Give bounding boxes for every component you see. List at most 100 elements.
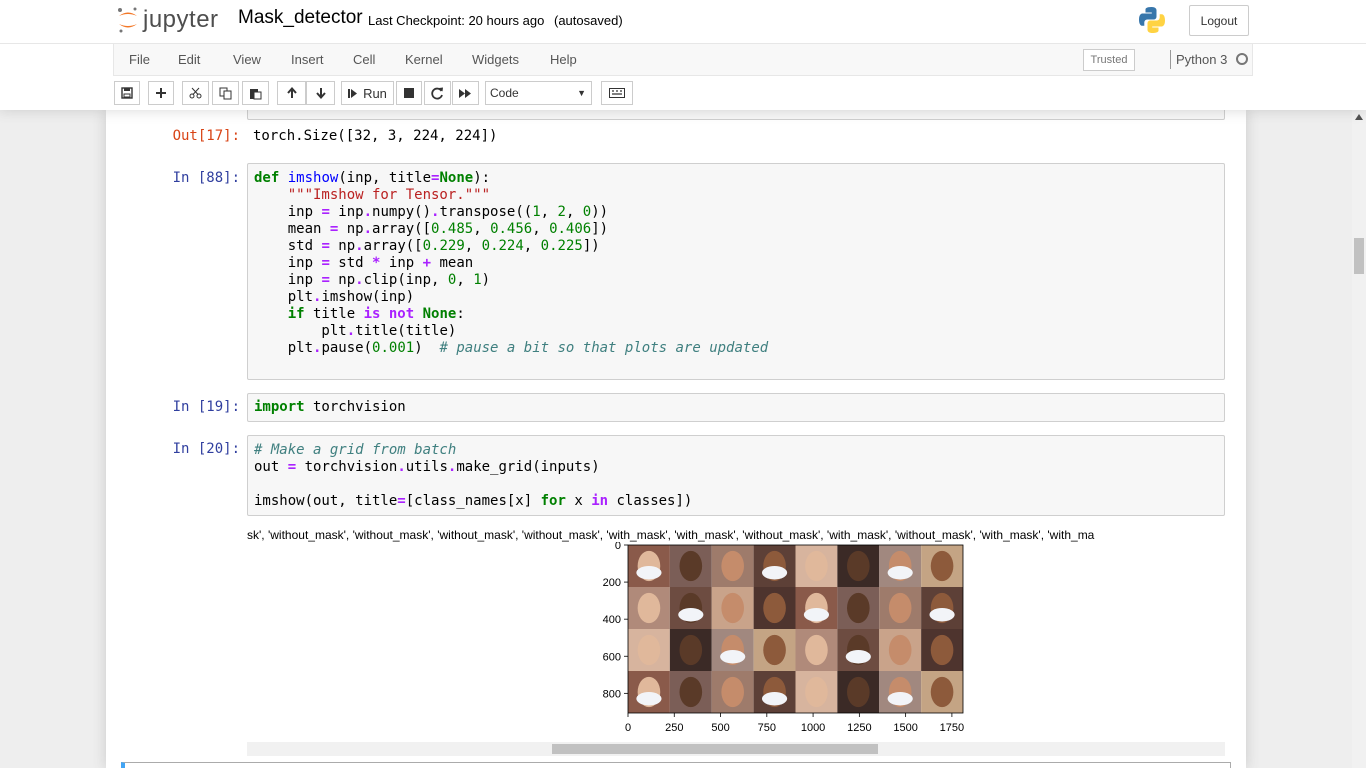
face-shape (679, 634, 703, 666)
mask-shape (636, 692, 662, 706)
run-label: Run (363, 85, 387, 101)
face-shape (637, 592, 661, 624)
face-shape (721, 550, 744, 582)
menu-widgets[interactable]: Widgets (472, 52, 519, 67)
insert-cell-button[interactable] (148, 81, 174, 105)
menu-file[interactable]: File (129, 52, 150, 67)
autosave-status: (autosaved) (554, 13, 623, 28)
face-shape (888, 634, 912, 666)
menu-view[interactable]: View (233, 52, 261, 67)
code-line: plt.pause(0.001) # pause a bit so that p… (254, 340, 769, 356)
mask-shape (762, 566, 788, 580)
checkpoint-status: Last Checkpoint: 20 hours ago (368, 13, 545, 28)
code-cell-17-input[interactable] (247, 110, 1225, 120)
scrollbar-thumb[interactable] (1354, 238, 1364, 274)
interrupt-button[interactable] (396, 81, 422, 105)
notebook-area: Out[17]: torch.Size([32, 3, 224, 224]) I… (0, 110, 1352, 768)
kernel-divider (1170, 50, 1171, 69)
keyboard-icon (609, 88, 625, 98)
jupyter-logo[interactable]: jupyter (117, 4, 219, 36)
fast-forward-icon (459, 88, 471, 98)
code-cell-20-input[interactable]: # Make a grid from batch out = torchvisi… (247, 435, 1225, 516)
copy-icon (219, 87, 232, 99)
cell-output-text: torch.Size([32, 3, 224, 224]) (253, 128, 498, 144)
face-shape (888, 592, 912, 624)
step-forward-icon (348, 88, 358, 98)
plus-icon (156, 88, 166, 98)
input-prompt: In [88]: (172, 170, 240, 186)
jupyter-icon (118, 7, 137, 33)
jupyter-brand-text: jupyter (143, 6, 219, 33)
face-shape (637, 634, 661, 666)
output-horizontal-scrollbar[interactable] (247, 742, 1225, 756)
stop-icon (404, 88, 414, 98)
face-shape (805, 550, 828, 582)
code-line: std = np.array([0.229, 0.224, 0.225]) (254, 238, 600, 254)
code-line: inp = std * inp + mean (254, 255, 474, 271)
face-shape (930, 676, 954, 708)
x-tick-label: 1000 (801, 722, 825, 734)
arrow-down-icon (315, 88, 326, 99)
menu-kernel[interactable]: Kernel (405, 52, 443, 67)
copy-button[interactable] (212, 81, 239, 105)
y-tick-label: 0 (615, 542, 621, 552)
menu-help[interactable]: Help (550, 52, 577, 67)
scrollbar-thumb[interactable] (552, 744, 878, 754)
kernel-name[interactable]: Python 3 (1176, 52, 1227, 67)
code-line: """Imshow for Tensor.""" (287, 187, 491, 203)
code-line: inp = np.clip(inp, 0, 1) (254, 272, 491, 288)
python-logo-icon (1139, 7, 1165, 33)
notebook-name[interactable]: Mask_detector (238, 7, 363, 29)
trusted-indicator[interactable]: Trusted (1083, 49, 1135, 71)
refresh-icon (431, 87, 443, 99)
plot-title: sk', 'without_mask', 'without_mask', 'wi… (247, 528, 1095, 542)
face-shape (763, 634, 786, 666)
save-button[interactable] (114, 81, 140, 105)
code-cell-19-input[interactable]: import torchvision (247, 393, 1225, 422)
run-button[interactable]: Run (341, 81, 394, 105)
code-line: plt.title(title) (254, 323, 457, 339)
face-shape (930, 550, 954, 582)
mask-shape (803, 608, 829, 622)
y-tick-label: 600 (603, 651, 621, 663)
mask-shape (887, 692, 913, 706)
code-cell-88-input[interactable]: def imshow(inp, title=None): """Imshow f… (247, 163, 1225, 380)
move-down-button[interactable] (306, 81, 335, 105)
move-up-button[interactable] (277, 81, 306, 105)
restart-run-all-button[interactable] (452, 81, 479, 105)
selected-cell[interactable] (121, 762, 1231, 768)
menu-insert[interactable]: Insert (291, 52, 324, 67)
cell-type-select[interactable]: Code ▼ (485, 81, 592, 105)
face-shape (679, 550, 703, 582)
face-shape (721, 676, 744, 708)
face-shape (847, 592, 870, 624)
mask-shape (636, 566, 662, 580)
dropdown-arrow-icon: ▼ (577, 88, 586, 98)
save-icon (121, 87, 133, 99)
code-line: plt.imshow(inp) (254, 289, 415, 305)
face-shape (847, 676, 870, 708)
x-tick-label: 1750 (940, 722, 964, 734)
cut-button[interactable] (182, 81, 209, 105)
paste-button[interactable] (242, 81, 269, 105)
logout-button[interactable]: Logout (1189, 5, 1249, 36)
y-tick-label: 400 (603, 614, 621, 626)
restart-button[interactable] (424, 81, 451, 105)
face-shape (930, 634, 954, 666)
cell-type-value: Code (490, 86, 519, 100)
face-shape (763, 592, 786, 624)
mask-shape (720, 650, 746, 664)
arrow-up-icon (286, 87, 297, 98)
scroll-up-icon[interactable] (1355, 114, 1363, 120)
face-shape (679, 676, 703, 708)
command-palette-button[interactable] (601, 81, 633, 105)
code-line: mean = np.array([0.485, 0.456, 0.406]) (254, 221, 609, 237)
mask-shape (762, 692, 788, 706)
menu-edit[interactable]: Edit (178, 52, 200, 67)
page-vertical-scrollbar[interactable] (1352, 110, 1366, 768)
x-tick-label: 250 (665, 722, 683, 734)
y-tick-label: 200 (603, 577, 621, 589)
image-grid-plot: 0 200 400 600 800 0 250 500 750 1000 1250 1500 1750 (603, 542, 964, 734)
menu-cell[interactable]: Cell (353, 52, 375, 67)
header: jupyter Mask_detector Last Checkpoint: 2… (0, 0, 1366, 110)
